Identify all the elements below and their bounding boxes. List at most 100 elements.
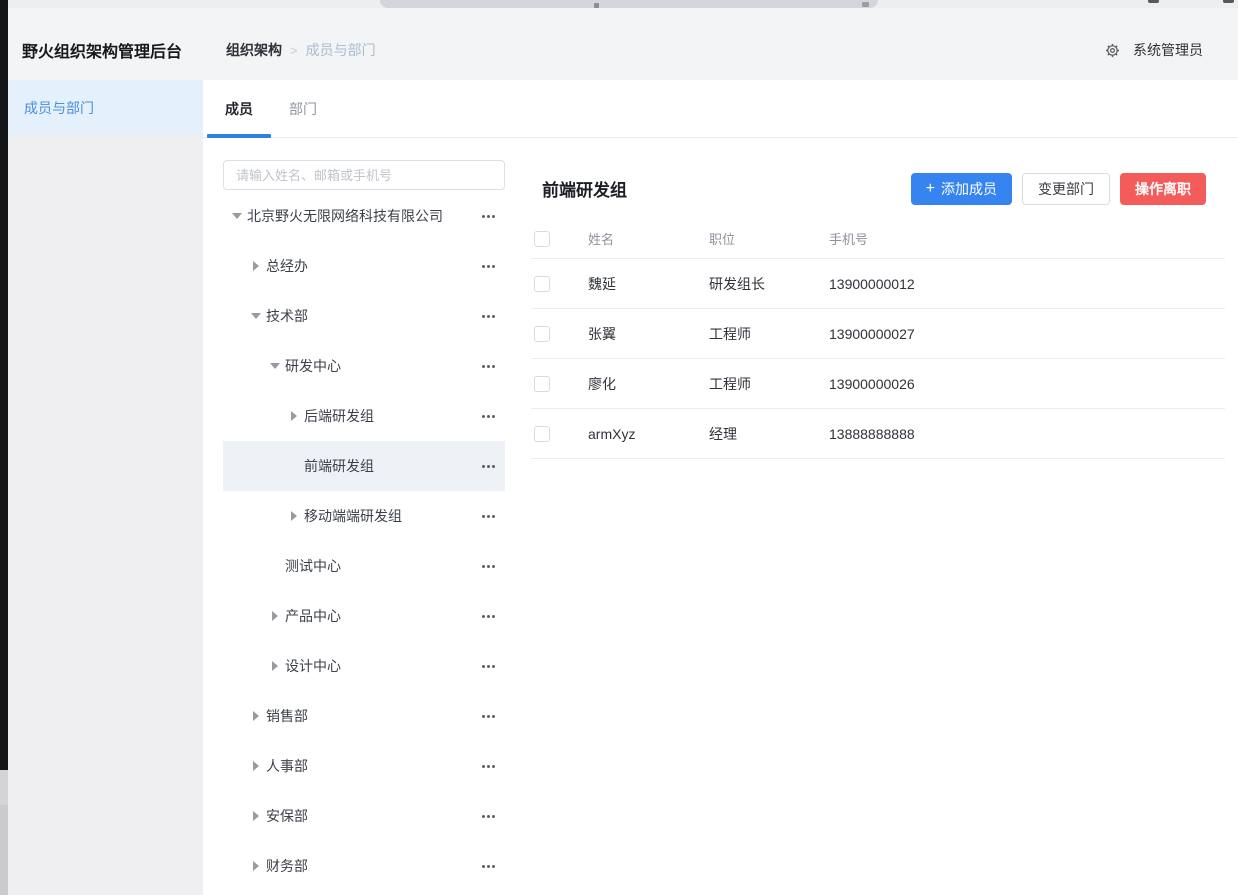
tree-node[interactable]: 总经办	[223, 241, 505, 291]
more-actions-icon[interactable]	[482, 515, 495, 518]
table-body: 魏延研发组长13900000012张翼工程师13900000027廖化工程师13…	[531, 259, 1225, 459]
cell-title: 经理	[709, 424, 829, 444]
cell-phone: 13900000012	[829, 276, 1225, 292]
table-header-row: 姓名 职位 手机号	[531, 219, 1225, 259]
app-title: 野火组织架构管理后台	[22, 38, 226, 62]
caret-down-icon[interactable]	[231, 211, 242, 222]
tree-node[interactable]: 北京野火无限网络科技有限公司	[223, 191, 505, 241]
caret-right-icon[interactable]	[250, 811, 261, 822]
caret-right-icon[interactable]	[269, 611, 280, 622]
cell-phone: 13900000027	[829, 326, 1225, 342]
table-row[interactable]: 廖化工程师13900000026	[531, 359, 1225, 409]
more-actions-icon[interactable]	[482, 265, 495, 268]
table-row[interactable]: 魏延研发组长13900000012	[531, 259, 1225, 309]
tab-departments[interactable]: 部门	[271, 80, 335, 137]
resign-button[interactable]: 操作离职	[1120, 173, 1206, 205]
breadcrumb-section[interactable]: 组织架构	[226, 40, 282, 60]
breadcrumb: 组织架构 > 成员与部门	[226, 40, 1104, 60]
tree-node-label: 总经办	[266, 256, 308, 276]
tree-node[interactable]: 人事部	[223, 741, 505, 791]
row-checkbox[interactable]	[534, 426, 550, 442]
resign-label: 操作离职	[1135, 179, 1191, 199]
row-checkbox[interactable]	[534, 376, 550, 392]
caret-down-icon[interactable]	[250, 311, 261, 322]
tree-node[interactable]: 安保部	[223, 791, 505, 841]
column-header-title: 职位	[709, 229, 829, 248]
caret-right-icon[interactable]	[250, 861, 261, 872]
more-actions-icon[interactable]	[482, 815, 495, 818]
caret-right-icon[interactable]	[250, 711, 261, 722]
cell-name: 魏延	[588, 274, 709, 294]
caret-right-icon[interactable]	[250, 261, 261, 272]
more-actions-icon[interactable]	[482, 865, 495, 868]
desktop-edge-strip	[0, 0, 8, 895]
more-actions-icon[interactable]	[482, 565, 495, 568]
caret-right-icon[interactable]	[288, 511, 299, 522]
address-bar[interactable]	[380, 0, 878, 8]
more-actions-icon[interactable]	[482, 315, 495, 318]
tree-node-label: 财务部	[266, 856, 308, 876]
tree-node[interactable]: 研发中心	[223, 341, 505, 391]
tree-node-label: 移动端端研发组	[304, 506, 402, 526]
row-check-cell	[531, 276, 588, 292]
more-actions-icon[interactable]	[482, 765, 495, 768]
row-checkbox[interactable]	[534, 276, 550, 292]
sidebar-item-members-departments[interactable]: 成员与部门	[8, 80, 203, 135]
cell-name: 廖化	[588, 374, 709, 394]
tree-node[interactable]: 产品中心	[223, 591, 505, 641]
add-member-label: 添加成员	[941, 179, 997, 199]
cell-title: 工程师	[709, 374, 829, 394]
more-actions-icon[interactable]	[482, 365, 495, 368]
browser-toolbar-edge	[8, 0, 1238, 8]
more-actions-icon[interactable]	[482, 415, 495, 418]
more-actions-icon[interactable]	[482, 665, 495, 668]
tree-node[interactable]: 设计中心	[223, 641, 505, 691]
table-row[interactable]: armXyz经理13888888888	[531, 409, 1225, 459]
tree-node[interactable]: 销售部	[223, 691, 505, 741]
row-check-cell	[531, 326, 588, 342]
row-check-cell	[531, 376, 588, 392]
tree-node-label: 产品中心	[285, 606, 341, 626]
select-all-checkbox[interactable]	[534, 231, 550, 247]
browser-extension-icon	[1148, 0, 1159, 3]
members-table: 姓名 职位 手机号 魏延研发组长13900000012张翼工程师13900000…	[531, 219, 1225, 459]
caret-right-icon[interactable]	[288, 411, 299, 422]
tree-node[interactable]: 技术部	[223, 291, 505, 341]
content-area: 成员部门 北京野火无限网络科技有限公司总经办技术部研发中心后端研发组前端研发组移…	[203, 80, 1238, 895]
breadcrumb-separator-icon: >	[290, 43, 298, 58]
cell-name: 张翼	[588, 324, 709, 344]
column-header-phone: 手机号	[829, 229, 1225, 248]
row-checkbox[interactable]	[534, 326, 550, 342]
org-tree-panel: 北京野火无限网络科技有限公司总经办技术部研发中心后端研发组前端研发组移动端端研发…	[223, 160, 505, 891]
caret-down-icon[interactable]	[269, 361, 280, 372]
plus-icon: +	[926, 181, 935, 197]
tree-node[interactable]: 前端研发组	[223, 441, 505, 491]
desktop-edge-segment	[0, 770, 8, 805]
tab-members[interactable]: 成员	[207, 80, 271, 137]
change-department-button[interactable]: 变更部门	[1022, 173, 1110, 205]
search-input[interactable]	[223, 160, 505, 190]
tree-node[interactable]: 测试中心	[223, 541, 505, 591]
breadcrumb-current: 成员与部门	[306, 40, 376, 60]
table-row[interactable]: 张翼工程师13900000027	[531, 309, 1225, 359]
tree-node[interactable]: 财务部	[223, 841, 505, 891]
more-actions-icon[interactable]	[482, 215, 495, 218]
user-area: 系统管理员	[1104, 40, 1203, 60]
change-department-label: 变更部门	[1038, 179, 1094, 199]
cell-phone: 13900000026	[829, 376, 1225, 392]
more-actions-icon[interactable]	[482, 615, 495, 618]
reload-icon	[862, 2, 869, 7]
more-actions-icon[interactable]	[482, 465, 495, 468]
desktop-edge-segment	[0, 805, 8, 895]
tree-node[interactable]: 移动端端研发组	[223, 491, 505, 541]
gear-icon[interactable]	[1104, 42, 1120, 58]
add-member-button[interactable]: + 添加成员	[911, 173, 1012, 205]
header-check-cell	[531, 231, 588, 247]
caret-right-icon[interactable]	[269, 661, 280, 672]
current-user-name[interactable]: 系统管理员	[1133, 40, 1203, 60]
caret-right-icon[interactable]	[250, 761, 261, 772]
more-actions-icon[interactable]	[482, 715, 495, 718]
tree-node-label: 技术部	[266, 306, 308, 326]
cell-name: armXyz	[588, 426, 709, 442]
tree-node[interactable]: 后端研发组	[223, 391, 505, 441]
